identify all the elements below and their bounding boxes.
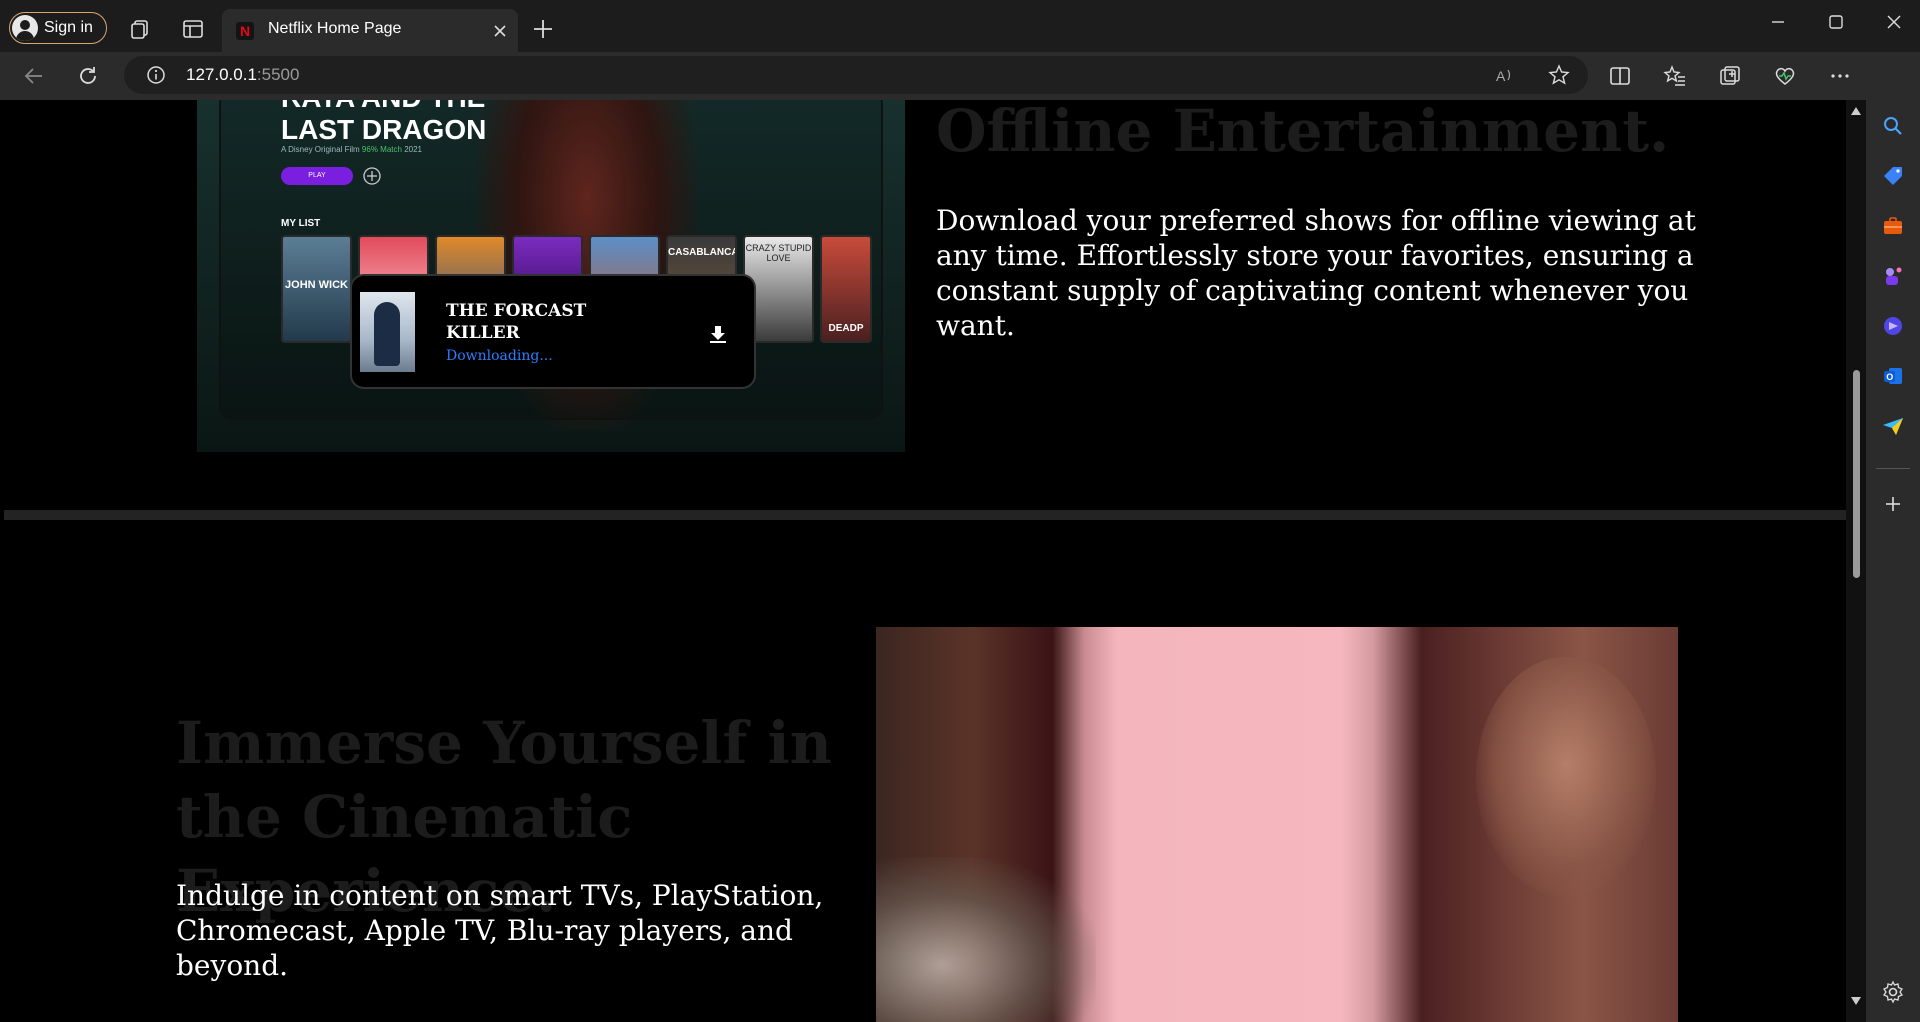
- back-arrow-icon[interactable]: [22, 64, 46, 88]
- section1-body-text: Download your preferred shows for offlin…: [936, 204, 1696, 342]
- url-text: 127.0.0.1:5500: [186, 65, 299, 85]
- download-icon: [710, 326, 726, 343]
- meta-prefix: A Disney Original Film: [281, 145, 360, 154]
- sidebar-divider: [1876, 468, 1910, 469]
- add-sidebar-app-icon[interactable]: [1881, 492, 1905, 516]
- favorite-star-icon[interactable]: [1548, 64, 1570, 86]
- netflix-favicon-icon: N: [236, 22, 254, 40]
- mockup-movie-title: RAYA AND THE LAST DRAGON: [281, 100, 487, 145]
- profile-avatar-icon: [12, 15, 38, 41]
- tab-actions-icon[interactable]: [181, 17, 205, 41]
- copilot-designer-icon[interactable]: [1881, 314, 1905, 338]
- shopping-tag-icon[interactable]: [1881, 164, 1905, 188]
- browser-essentials-icon[interactable]: [1773, 64, 1797, 88]
- minimize-icon[interactable]: [1768, 12, 1788, 32]
- download-thumbnail: [360, 292, 415, 372]
- mockup-play-button: PLAY: [281, 167, 353, 185]
- mockup-movie-meta: A Disney Original Film 96% Match 2021: [281, 145, 422, 154]
- games-icon[interactable]: [1881, 264, 1905, 288]
- search-icon[interactable]: [1881, 114, 1905, 138]
- video-face-blur: [1476, 657, 1656, 897]
- more-options-icon[interactable]: [1828, 64, 1852, 88]
- download-card: THE FORCAST KILLER Downloading...: [350, 274, 756, 389]
- new-tab-icon[interactable]: [532, 18, 554, 40]
- mockup-add-icon: [363, 167, 381, 185]
- poster-label: JOHN WICK: [285, 279, 348, 291]
- scroll-down-arrow-icon[interactable]: [1850, 996, 1862, 1006]
- outlook-icon[interactable]: O: [1881, 364, 1905, 388]
- poster-label: DEADP: [828, 323, 864, 334]
- browser-title-bar: Sign in N Netflix Home Page: [0, 0, 1920, 52]
- site-info-icon[interactable]: [146, 65, 166, 85]
- tools-briefcase-icon[interactable]: [1881, 214, 1905, 238]
- tab-title: Netflix Home Page: [268, 20, 402, 37]
- svg-text:O: O: [1886, 372, 1893, 382]
- meta-match: 96% Match: [361, 145, 402, 154]
- poster-label: CASABLANCA: [668, 247, 737, 258]
- url-port: :5500: [256, 65, 300, 84]
- close-window-icon[interactable]: [1884, 12, 1904, 32]
- poster-label: CRAZY STUPID LOVE: [745, 243, 812, 263]
- section1-heading: Offline Entertainment.: [936, 100, 1670, 165]
- favorites-icon[interactable]: [1663, 64, 1687, 88]
- download-title: THE FORCAST KILLER: [446, 301, 587, 343]
- send-paper-plane-icon[interactable]: [1881, 414, 1905, 438]
- netflix-page-content: RAYA AND THE LAST DRAGON A Disney Origin…: [4, 100, 1846, 1022]
- browser-toolbar: 127.0.0.1:5500 A: [0, 52, 1920, 100]
- tv-video-preview[interactable]: [876, 627, 1678, 1022]
- poster-card: JOHN WICK: [281, 235, 352, 343]
- split-screen-icon[interactable]: [1608, 64, 1632, 88]
- download-status: Downloading...: [446, 348, 553, 364]
- scroll-up-arrow-icon[interactable]: [1850, 106, 1862, 116]
- svg-text:A: A: [1496, 68, 1506, 84]
- poster-card: DEADP: [820, 235, 872, 343]
- address-bar[interactable]: 127.0.0.1:5500 A: [124, 56, 1588, 94]
- close-tab-icon[interactable]: [492, 23, 508, 39]
- url-host: 127.0.0.1: [186, 65, 257, 84]
- settings-gear-icon[interactable]: [1881, 980, 1905, 1004]
- edge-sidebar: O: [1866, 52, 1920, 1022]
- video-figure-blur: [876, 857, 1096, 1022]
- tab-netflix-home[interactable]: N Netflix Home Page: [222, 9, 518, 52]
- page-scrollbar[interactable]: [1846, 100, 1866, 1022]
- section-divider: [4, 510, 1846, 520]
- meta-year: 2021: [404, 145, 422, 154]
- refresh-icon[interactable]: [76, 64, 100, 88]
- scrollbar-thumb[interactable]: [1853, 370, 1860, 578]
- section2-body-text: Indulge in content on smart TVs, PlaySta…: [176, 879, 824, 982]
- profile-signin-button[interactable]: Sign in: [9, 12, 107, 44]
- signin-label: Sign in: [44, 19, 93, 36]
- collections-icon[interactable]: [1718, 64, 1742, 88]
- workspaces-icon[interactable]: [128, 17, 152, 41]
- mockup-mylist-label: MY LIST: [281, 218, 321, 229]
- read-aloud-icon[interactable]: A: [1494, 64, 1516, 86]
- maximize-icon[interactable]: [1826, 12, 1846, 32]
